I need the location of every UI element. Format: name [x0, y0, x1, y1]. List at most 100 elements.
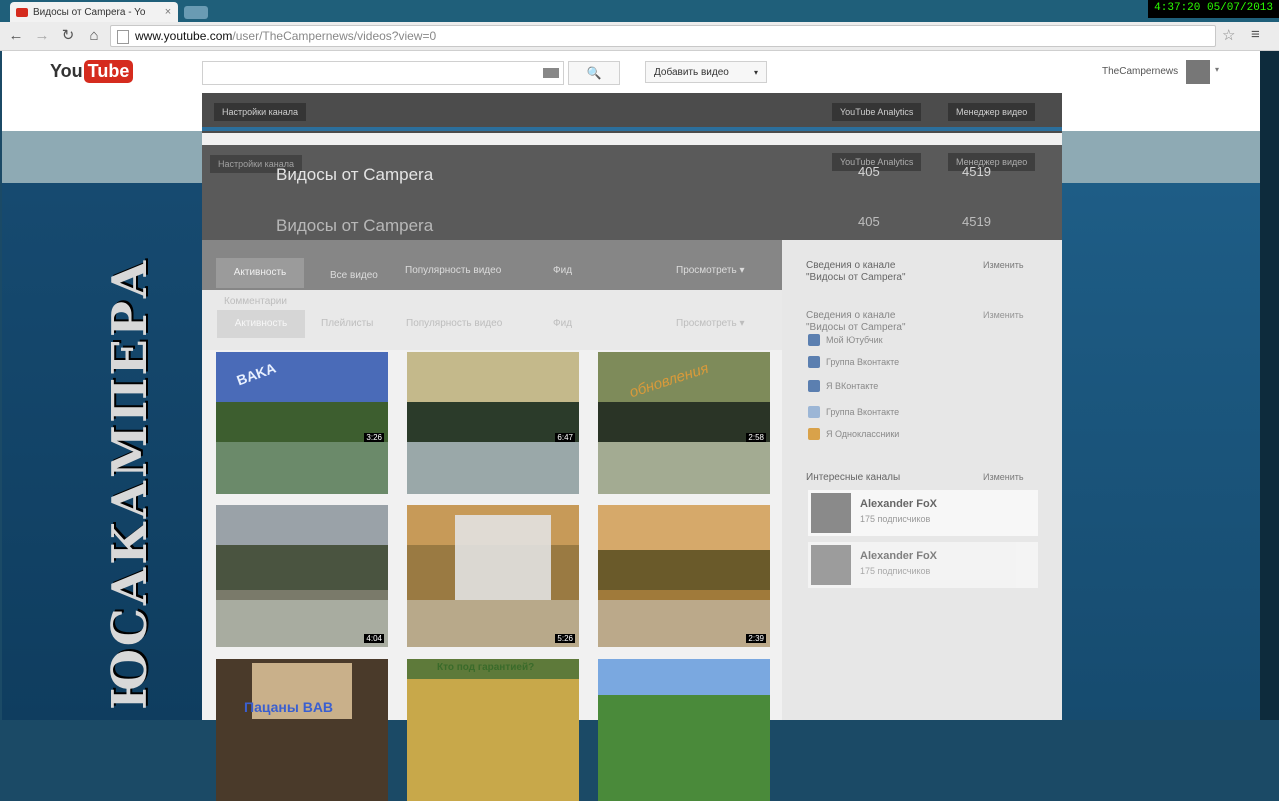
social-link[interactable]: Я Одноклассники: [808, 428, 899, 440]
reload-icon[interactable]: ↻: [58, 26, 78, 46]
browser-toolbar: ← → ↻ ⌂ www.youtube.com/user/TheCamperne…: [0, 22, 1279, 51]
username[interactable]: TheCampernews: [1102, 66, 1178, 77]
system-clock: 4:37:20 05/07/2013: [1148, 0, 1279, 18]
browser-title-bar: Видосы от Campera - Yo × 4:37:20 05/07/2…: [0, 0, 1279, 22]
about-edit-link[interactable]: Изменить: [983, 260, 1024, 270]
social-label: Я Одноклассники: [826, 429, 900, 439]
background-right: [1062, 183, 1260, 720]
analytics-button[interactable]: YouTube Analytics: [832, 103, 922, 121]
channel-card[interactable]: Alexander FoX 175 подписчиков: [808, 490, 1038, 536]
youtube-favicon-icon: [16, 7, 28, 17]
social-link[interactable]: Группа Вконтакте: [808, 356, 899, 368]
video-thumbnail[interactable]: [598, 659, 770, 801]
subnav-playlists[interactable]: Плейлисты: [321, 318, 373, 329]
video-thumbnail[interactable]: обновления 2:58: [598, 352, 770, 494]
video-thumbnail[interactable]: Кто под гарантией?: [407, 659, 579, 801]
account-chevron-icon[interactable]: ▾: [1215, 65, 1219, 74]
video-thumbnail[interactable]: Пацаны BAB: [216, 659, 388, 801]
upload-button[interactable]: Добавить видео ▾: [645, 61, 767, 83]
window-edge: [1260, 51, 1279, 720]
vk-icon: [808, 356, 820, 368]
social-label: Я ВКонтакте: [826, 381, 879, 391]
video-duration: 3:26: [364, 433, 384, 442]
channel-title: Видосы от Campera: [276, 165, 434, 184]
channel-avatar[interactable]: [811, 545, 851, 585]
thumbnail-caption: Пацаны BAB: [244, 699, 334, 715]
youtube-logo[interactable]: You Tube: [50, 60, 134, 83]
video-thumbnail[interactable]: 5:26: [407, 505, 579, 647]
channel-settings-button[interactable]: Настройки канала: [214, 103, 307, 121]
browser-tab-title: Видосы от Campera - Yo: [33, 6, 146, 18]
channel-name[interactable]: Alexander FoX: [860, 498, 937, 510]
home-icon[interactable]: ⌂: [84, 26, 104, 46]
subscriber-count: 405: [858, 164, 880, 179]
tab-feed[interactable]: Фид: [553, 265, 572, 276]
view-count-echo: 4519: [962, 214, 991, 229]
keyboard-icon[interactable]: [543, 68, 559, 78]
subnav-comments[interactable]: Комментарии: [224, 296, 287, 307]
video-manager-button[interactable]: Менеджер видео: [948, 103, 1036, 121]
channel-subscribers: 175 подписчиков: [860, 514, 931, 524]
subnav-feed[interactable]: Фид: [553, 318, 572, 329]
vk-icon: [808, 406, 820, 418]
view-dropdown[interactable]: Просмотреть ▾: [676, 265, 745, 276]
logo-tube: Tube: [83, 60, 134, 83]
channel-card[interactable]: Alexander FoX 175 подписчиков: [808, 542, 1038, 588]
interesting-channels-heading: Интересные каналы: [806, 472, 901, 483]
channel-title-echo: Видосы от Campera: [276, 216, 434, 235]
browser-menu-icon[interactable]: ≡: [1251, 26, 1260, 43]
background-vertical-art: ЮСАКАМПЕРА: [102, 257, 158, 710]
thumbnail-caption: Кто под гарантией?: [437, 662, 535, 673]
video-duration: 5:26: [555, 634, 575, 643]
facebook-icon: [808, 334, 820, 346]
channel-avatar[interactable]: [811, 493, 851, 533]
tab-close-icon[interactable]: ×: [162, 6, 174, 18]
chevron-down-icon: ▾: [753, 68, 758, 77]
url-host: www.youtube.com: [135, 29, 233, 43]
address-bar[interactable]: www.youtube.com/user/TheCampernews/video…: [110, 25, 1216, 47]
page-icon: [117, 29, 129, 44]
tab-activity[interactable]: Активность: [216, 258, 304, 288]
about-heading: Сведения о канале: [806, 260, 896, 271]
video-thumbnail[interactable]: 2:39: [598, 505, 770, 647]
video-thumbnail[interactable]: 6:47: [407, 352, 579, 494]
new-tab-button[interactable]: [184, 6, 208, 19]
social-label: Группа Вконтакте: [826, 357, 900, 367]
interesting-edit-link[interactable]: Изменить: [983, 472, 1024, 482]
subscriber-count-echo: 405: [858, 214, 880, 229]
forward-icon[interactable]: →: [32, 26, 52, 46]
bookmark-star-icon[interactable]: ☆: [1222, 26, 1235, 44]
header-divider: [202, 127, 1062, 131]
video-duration: 6:47: [555, 433, 575, 442]
video-thumbnail[interactable]: 4:04: [216, 505, 388, 647]
avatar[interactable]: [1186, 60, 1210, 84]
video-duration: 2:39: [746, 634, 766, 643]
subnav-activity[interactable]: Активность: [217, 310, 305, 338]
social-label: Мой Ютубчик: [826, 335, 883, 345]
about-edit-link-echo[interactable]: Изменить: [983, 310, 1024, 320]
about-heading-echo: Сведения о канале: [806, 310, 896, 321]
tab-all-videos[interactable]: Все видео: [330, 270, 378, 281]
search-icon: 🔍: [586, 66, 602, 80]
subnav-popular[interactable]: Популярность видео: [406, 318, 502, 329]
social-link[interactable]: Группа Вконтакте: [808, 406, 899, 418]
search-input[interactable]: [202, 61, 564, 85]
url-path: /user/TheCampernews/videos?view=0: [232, 29, 437, 43]
back-icon[interactable]: ←: [6, 26, 26, 46]
subnav-view-dropdown[interactable]: Просмотреть ▾: [676, 318, 745, 329]
browser-tab[interactable]: Видосы от Campera - Yo ×: [10, 2, 178, 22]
channel-subscribers: 175 подписчиков: [860, 566, 931, 576]
about-channel-name-echo: "Видосы от Campera": [806, 322, 906, 333]
search-button[interactable]: 🔍: [568, 61, 620, 85]
tab-popular[interactable]: Популярность видео: [405, 265, 501, 276]
about-channel-name: "Видосы от Campera": [806, 272, 906, 283]
upload-label: Добавить видео: [654, 67, 729, 78]
view-count: 4519: [962, 164, 991, 179]
video-thumbnail[interactable]: BAKA 3:26: [216, 352, 388, 494]
logo-you: You: [50, 61, 83, 81]
social-link[interactable]: Мой Ютубчик: [808, 334, 883, 346]
odnoklassniki-icon: [808, 428, 820, 440]
video-duration: 4:04: [364, 634, 384, 643]
social-link[interactable]: Я ВКонтакте: [808, 380, 878, 392]
channel-name[interactable]: Alexander FoX: [860, 550, 937, 562]
